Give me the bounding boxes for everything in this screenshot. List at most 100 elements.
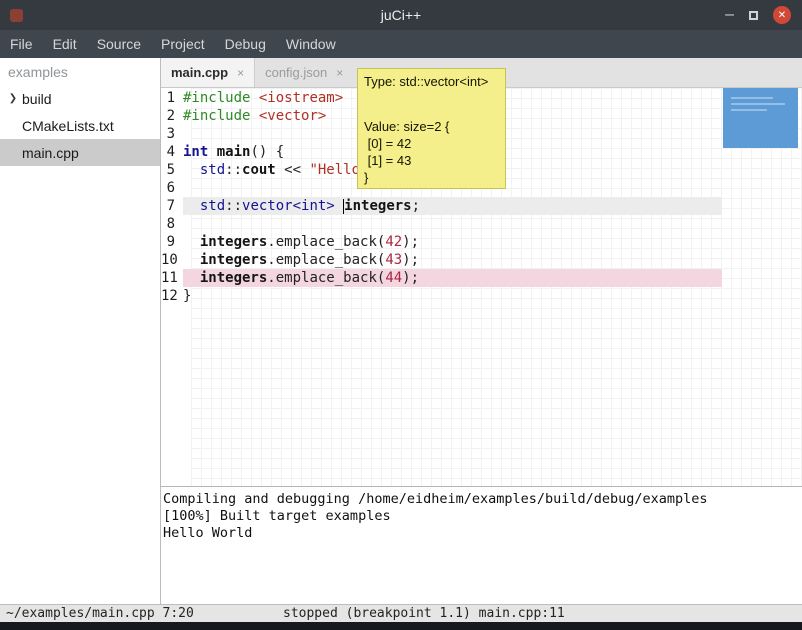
line-number[interactable]: 10 bbox=[161, 251, 183, 269]
maximize-button[interactable] bbox=[749, 11, 758, 20]
line-number[interactable]: 1 bbox=[161, 89, 183, 107]
menu-item-project[interactable]: Project bbox=[151, 36, 215, 52]
tab-main-cpp[interactable]: main.cpp× bbox=[161, 58, 255, 87]
tooltip-value-line: Value: size=2 { bbox=[364, 118, 499, 135]
terminal-line: [100%] Built target examples bbox=[163, 508, 802, 525]
code-token: ); bbox=[402, 252, 419, 268]
line-number[interactable]: 3 bbox=[161, 125, 183, 143]
code-token: vector<int> bbox=[242, 198, 335, 214]
code-text: std::vector<int> integers; bbox=[183, 197, 722, 215]
menu-item-debug[interactable]: Debug bbox=[215, 36, 276, 52]
tooltip-value-line: [0] = 42 bbox=[364, 135, 499, 152]
code-token: ); bbox=[402, 234, 419, 250]
code-line-11[interactable]: 11 integers.emplace_back(44); bbox=[161, 269, 802, 287]
code-line-12[interactable]: 12} bbox=[161, 287, 802, 305]
code-token: integers bbox=[200, 270, 267, 286]
tab-close-icon[interactable]: × bbox=[336, 66, 343, 80]
code-token: :: bbox=[225, 162, 242, 178]
code-text: integers.emplace_back(43); bbox=[183, 251, 722, 269]
line-number[interactable]: 5 bbox=[161, 161, 183, 179]
sidebar-item-cmakelists-txt[interactable]: CMakeLists.txt bbox=[0, 112, 160, 139]
tooltip-value-block: Value: size=2 { [0] = 42 [1] = 43} bbox=[364, 118, 499, 186]
cursor-location: ~/examples/main.cpp 7:20 bbox=[6, 606, 194, 621]
code-token: <vector> bbox=[259, 108, 326, 124]
code-text: integers.emplace_back(44); bbox=[183, 269, 722, 287]
tab-config-json[interactable]: config.json × bbox=[255, 58, 353, 87]
line-number[interactable]: 8 bbox=[161, 215, 183, 233]
menu-item-file[interactable]: File bbox=[0, 36, 43, 52]
code-token: integers bbox=[200, 234, 267, 250]
line-number[interactable]: 11 bbox=[161, 269, 183, 287]
code-token: std bbox=[200, 198, 225, 214]
code-token bbox=[183, 234, 200, 250]
code-token bbox=[208, 144, 216, 160]
tooltip-type-line: Type: std::vector<int> bbox=[364, 73, 499, 90]
line-number[interactable]: 7 bbox=[161, 197, 183, 215]
title-bar[interactable]: juCi++ – ✕ bbox=[0, 0, 802, 30]
code-line-10[interactable]: 10 integers.emplace_back(43); bbox=[161, 251, 802, 269]
file-label: CMakeLists.txt bbox=[22, 118, 114, 134]
code-token: :: bbox=[225, 198, 242, 214]
debug-value-tooltip: Type: std::vector<int> Value: size=2 { [… bbox=[357, 68, 506, 189]
app-icon bbox=[10, 9, 23, 22]
app-window: juCi++ – ✕ FileEditSourceProjectDebugWin… bbox=[0, 0, 802, 630]
code-token: } bbox=[183, 288, 191, 304]
code-token: ; bbox=[412, 198, 420, 214]
code-token bbox=[250, 108, 258, 124]
debug-status: stopped (breakpoint 1.1) main.cpp:11 bbox=[283, 606, 565, 621]
code-token bbox=[183, 198, 200, 214]
code-token: ); bbox=[402, 270, 419, 286]
code-token: integers bbox=[200, 252, 267, 268]
menu-item-edit[interactable]: Edit bbox=[43, 36, 87, 52]
code-token: int bbox=[183, 144, 208, 160]
code-text: } bbox=[183, 287, 722, 305]
code-token bbox=[183, 162, 200, 178]
line-number[interactable]: 4 bbox=[161, 143, 183, 161]
window-controls: – ✕ bbox=[725, 6, 802, 24]
code-token: integers bbox=[344, 198, 411, 214]
menu-item-source[interactable]: Source bbox=[87, 36, 151, 52]
menu-item-window[interactable]: Window bbox=[276, 36, 346, 52]
code-line-8[interactable]: 8 bbox=[161, 215, 802, 233]
code-token: cout bbox=[242, 162, 276, 178]
close-button[interactable]: ✕ bbox=[773, 6, 791, 24]
terminal-panel[interactable]: Compiling and debugging /home/eidheim/ex… bbox=[161, 487, 802, 604]
code-token: 43 bbox=[385, 252, 402, 268]
file-label: build bbox=[22, 91, 52, 107]
terminal-line: Compiling and debugging /home/eidheim/ex… bbox=[163, 491, 802, 508]
file-label: main.cpp bbox=[22, 145, 79, 161]
expander-icon[interactable]: ❯ bbox=[6, 93, 20, 104]
window-title: juCi++ bbox=[0, 7, 802, 23]
tab-label: config.json bbox=[265, 65, 327, 80]
sidebar-item-main-cpp[interactable]: main.cpp bbox=[0, 139, 160, 166]
tab-close-icon[interactable]: × bbox=[237, 66, 244, 80]
code-token: #include bbox=[183, 108, 250, 124]
line-number[interactable]: 12 bbox=[161, 287, 183, 305]
code-token: std bbox=[200, 162, 225, 178]
tooltip-gap bbox=[364, 90, 499, 118]
tooltip-value-line: [1] = 43 bbox=[364, 152, 499, 169]
code-text bbox=[183, 215, 722, 233]
line-number[interactable]: 6 bbox=[161, 179, 183, 197]
code-token bbox=[183, 252, 200, 268]
file-tree-panel: examples ❯build CMakeLists.txt main.cpp bbox=[0, 58, 160, 604]
code-token: 42 bbox=[385, 234, 402, 250]
tooltip-value-line: } bbox=[364, 169, 499, 186]
minimize-button[interactable]: – bbox=[725, 10, 734, 20]
code-token: << bbox=[276, 162, 310, 178]
sidebar-item-build[interactable]: ❯build bbox=[0, 85, 160, 112]
line-number[interactable]: 9 bbox=[161, 233, 183, 251]
bottom-strip bbox=[0, 622, 802, 630]
code-token bbox=[183, 270, 200, 286]
code-token: .emplace_back( bbox=[267, 252, 385, 268]
terminal-line: Hello World bbox=[163, 525, 802, 542]
code-token: 44 bbox=[385, 270, 402, 286]
code-text: integers.emplace_back(42); bbox=[183, 233, 722, 251]
file-tree: ❯build CMakeLists.txt main.cpp bbox=[0, 85, 160, 166]
line-number[interactable]: 2 bbox=[161, 107, 183, 125]
code-token: .emplace_back( bbox=[267, 270, 385, 286]
project-name: examples bbox=[0, 58, 160, 85]
code-line-7[interactable]: 7 std::vector<int> integers; bbox=[161, 197, 802, 215]
minimap-slider[interactable] bbox=[723, 88, 798, 148]
code-line-9[interactable]: 9 integers.emplace_back(42); bbox=[161, 233, 802, 251]
